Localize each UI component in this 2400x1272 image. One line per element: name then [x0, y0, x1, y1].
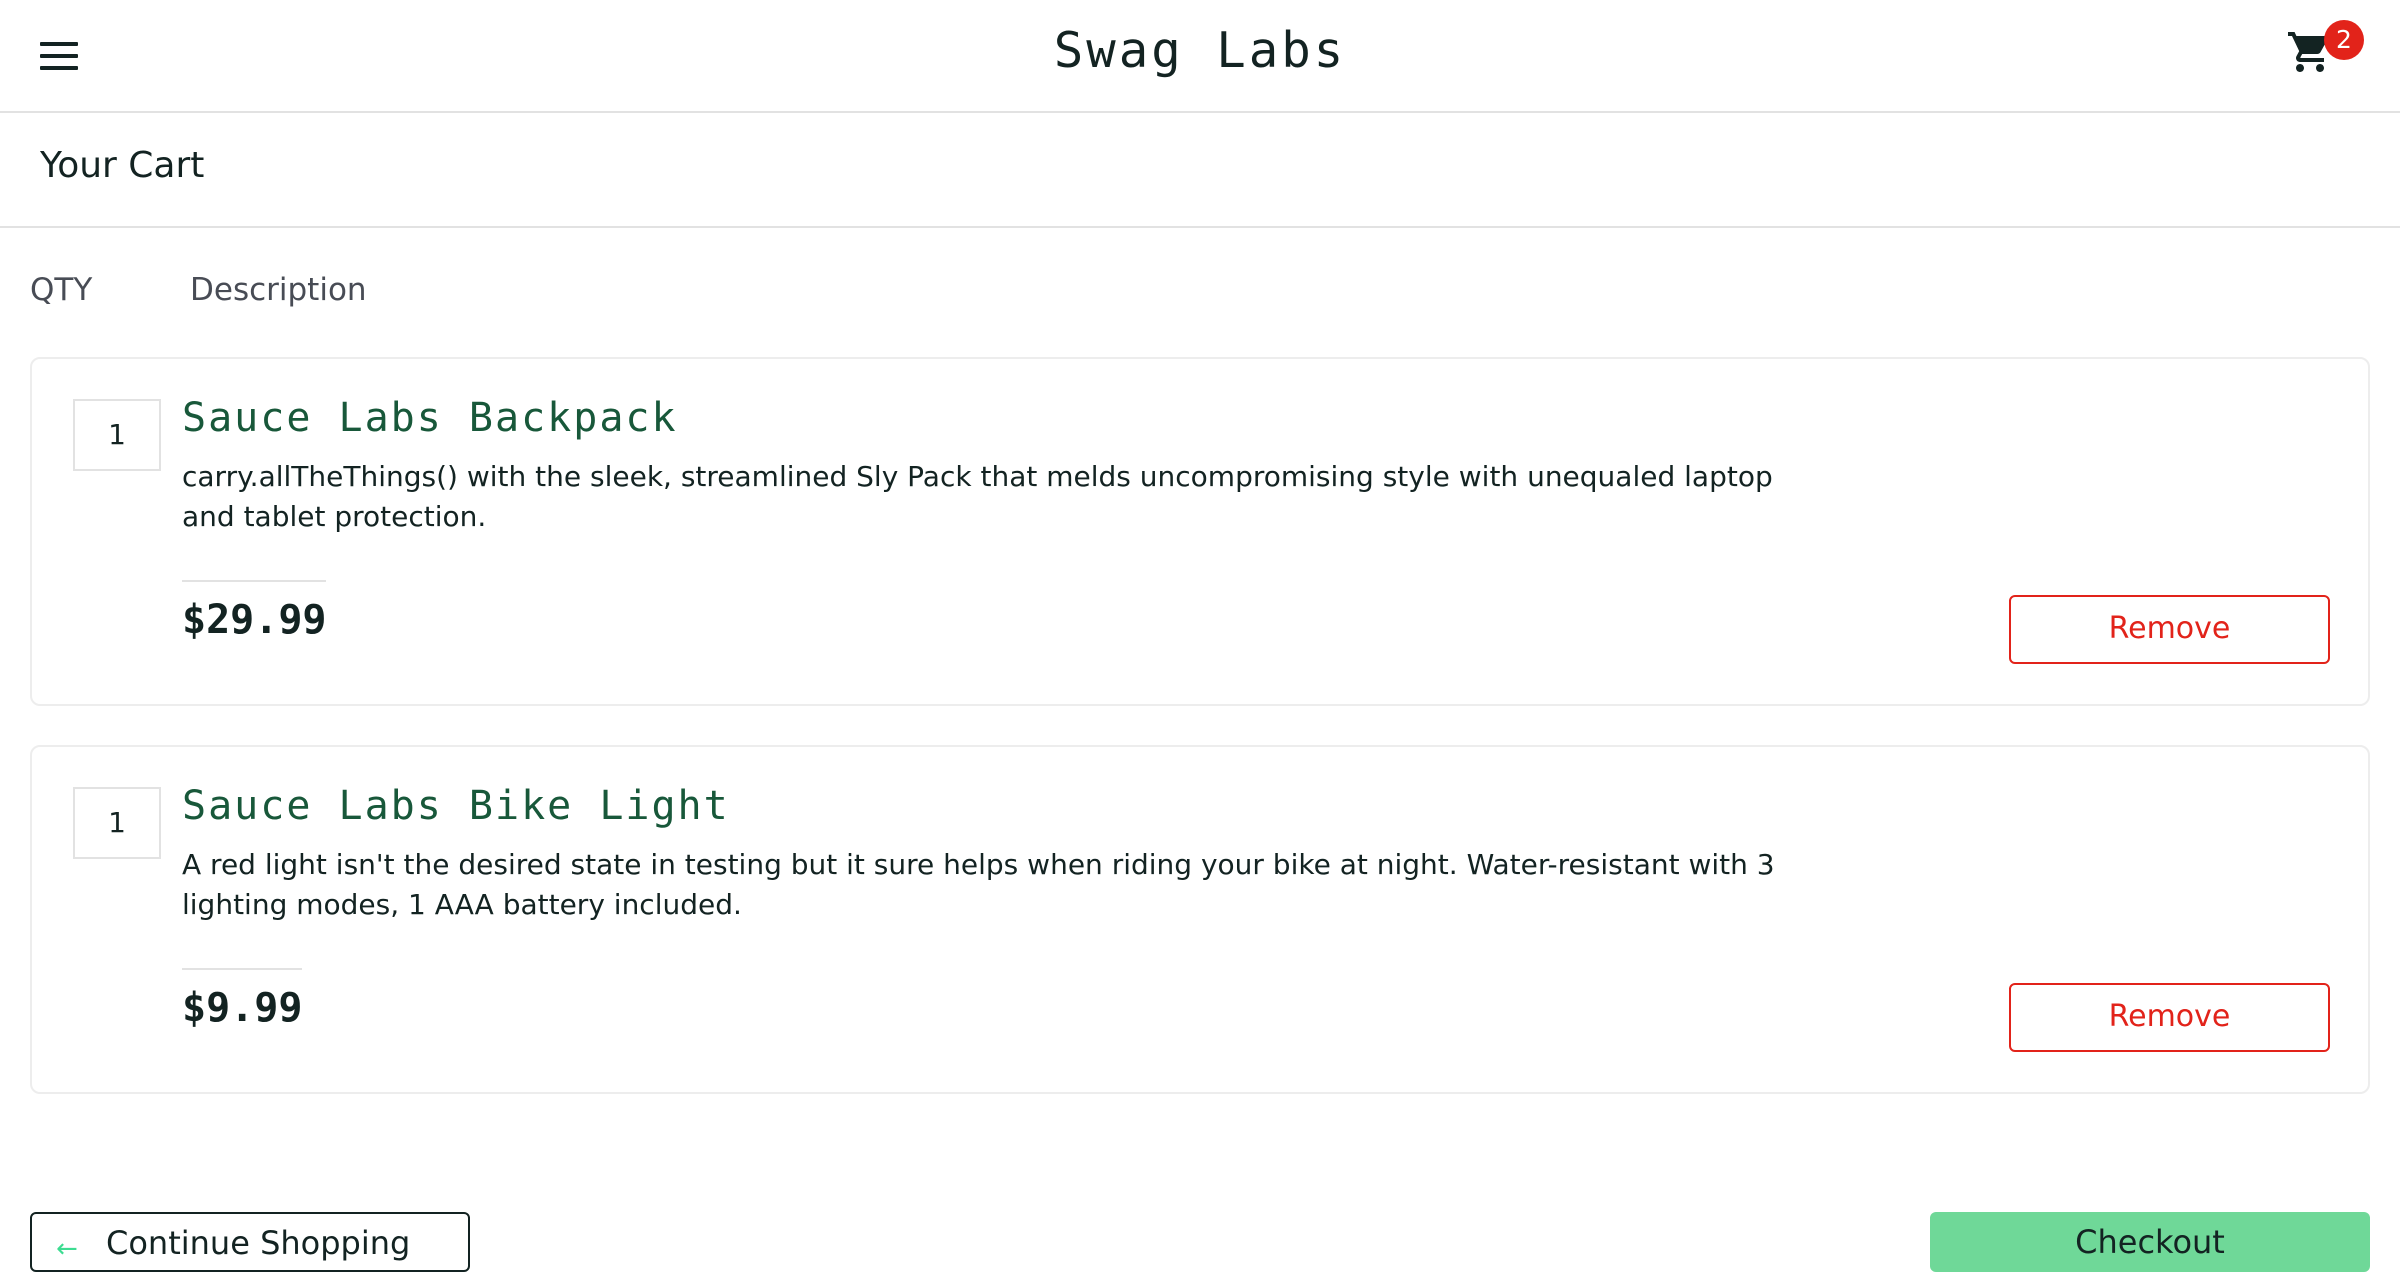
item-description: carry.allTheThings() with the sleek, str…	[182, 460, 1773, 533]
item-quantity: 1	[73, 399, 161, 471]
remove-button[interactable]: Remove	[2009, 595, 2330, 664]
checkout-button[interactable]: Checkout	[1930, 1212, 2370, 1272]
qty-column-label: QTY	[30, 272, 93, 308]
item-name-link[interactable]: Sauce Labs Backpack	[182, 395, 678, 441]
item-price: $9.99	[182, 985, 303, 1031]
item-description: A red light isn't the desired state in t…	[182, 848, 1775, 921]
primary-header: Swag Labs 2	[0, 0, 2400, 113]
continue-shopping-label: Continue Shopping	[106, 1224, 411, 1262]
remove-button[interactable]: Remove	[2009, 983, 2330, 1052]
description-column-label: Description	[190, 272, 367, 308]
cart-item: 1 Sauce Labs Bike Light A red light isn'…	[30, 745, 2370, 1094]
page-title: Your Cart	[40, 145, 205, 186]
secondary-header: Your Cart	[0, 113, 2400, 228]
app-logo: Swag Labs	[1053, 22, 1347, 79]
item-quantity: 1	[73, 787, 161, 859]
price-divider	[182, 968, 302, 970]
continue-shopping-button[interactable]: ← Continue Shopping	[30, 1212, 470, 1272]
shopping-cart-link[interactable]: 2	[2286, 20, 2364, 84]
item-price: $29.99	[182, 597, 327, 643]
cart-badge: 2	[2324, 20, 2364, 60]
price-divider	[182, 580, 326, 582]
item-name-link[interactable]: Sauce Labs Bike Light	[182, 783, 730, 829]
cart-item: 1 Sauce Labs Backpack carry.allTheThings…	[30, 357, 2370, 706]
arrow-left-icon: ←	[56, 1234, 78, 1264]
